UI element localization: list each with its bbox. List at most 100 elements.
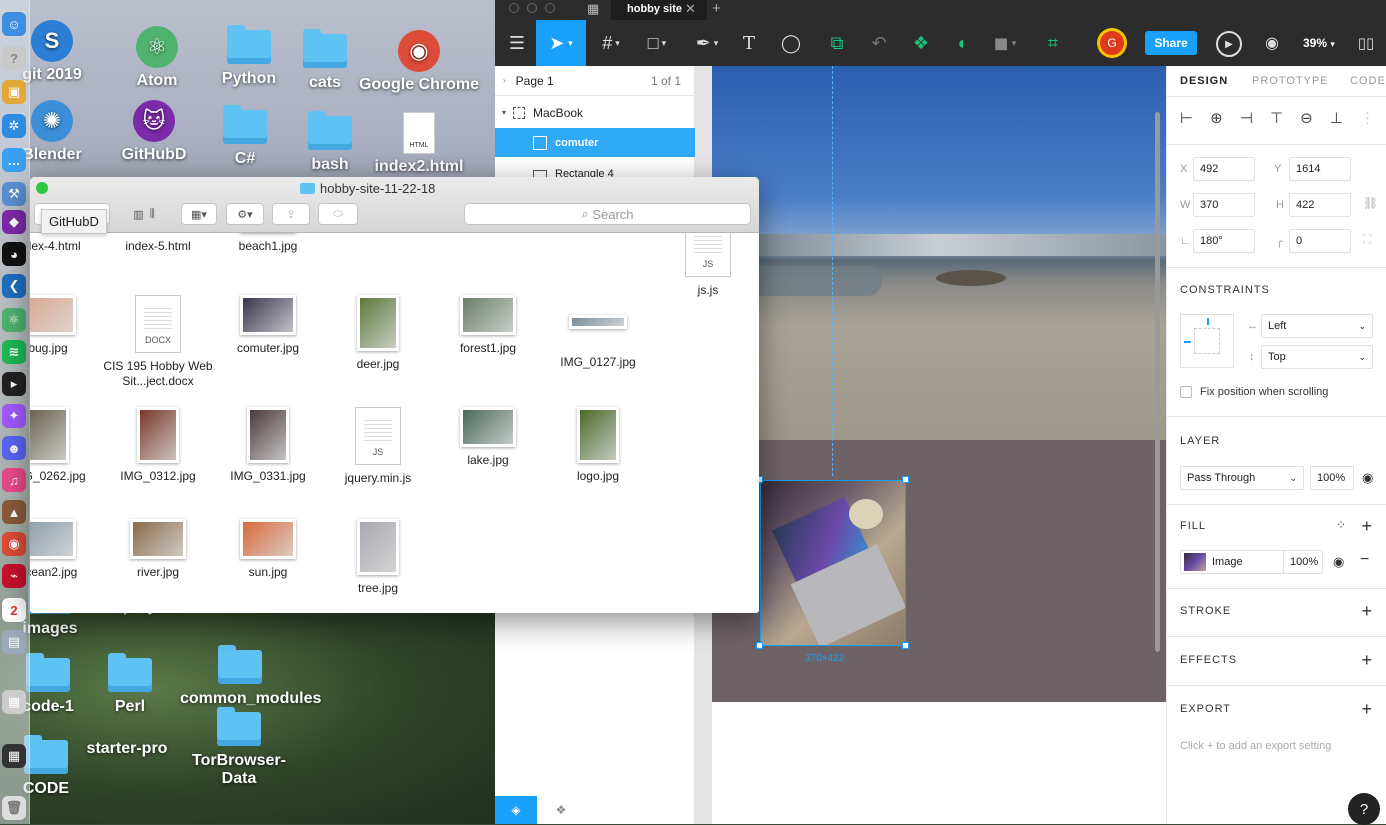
frame-tool-icon[interactable]: # ▾ bbox=[589, 20, 633, 66]
fix-position-checkbox[interactable] bbox=[1180, 386, 1192, 398]
comuter-image[interactable] bbox=[760, 480, 906, 646]
add-fill-icon[interactable]: + bbox=[1361, 517, 1372, 535]
remove-fill-icon[interactable]: − bbox=[1360, 551, 1369, 569]
constraint-horizontal-select[interactable]: Left ⌄ bbox=[1261, 314, 1373, 338]
file-item[interactable]: HTMLindex-4.html bbox=[30, 233, 103, 254]
zoom-window-icon[interactable] bbox=[545, 3, 555, 13]
resize-handle[interactable] bbox=[756, 642, 763, 649]
canvas[interactable]: 370×422 bbox=[695, 66, 1166, 824]
view-icon[interactable]: ◉ bbox=[1252, 20, 1292, 66]
file-item[interactable]: lake.jpg bbox=[433, 407, 543, 468]
itunes-icon[interactable]: ♫ bbox=[2, 468, 26, 492]
resize-handle[interactable] bbox=[902, 642, 909, 649]
arrange-button[interactable]: ▦▾ bbox=[181, 203, 217, 225]
add-effect-icon[interactable]: + bbox=[1361, 651, 1372, 669]
align-hcenter-icon[interactable]: ⊕ bbox=[1210, 109, 1223, 133]
pen-tool-icon[interactable]: ✒ ▾ bbox=[685, 20, 729, 66]
layer-item[interactable]: Rectangle 4 bbox=[495, 158, 695, 178]
tab-design[interactable]: DESIGN bbox=[1180, 66, 1228, 96]
text-tool-icon[interactable]: T bbox=[729, 20, 769, 66]
move-tool-icon[interactable]: ➤ ▾ bbox=[536, 20, 586, 66]
desktop-icon[interactable]: HTML index2.html bbox=[359, 112, 479, 176]
chrome-icon[interactable]: ◉ bbox=[2, 532, 26, 556]
crop-icon[interactable]: ⌗ bbox=[1033, 20, 1073, 66]
layer-item-selected[interactable]: comuter bbox=[495, 128, 695, 157]
gallery-view-icon[interactable]: ⫼ bbox=[150, 208, 155, 221]
beach-image[interactable] bbox=[712, 66, 1166, 440]
library-icon[interactable]: ▯▯ bbox=[1351, 20, 1381, 66]
atom-icon[interactable]: ⚛ bbox=[2, 308, 26, 332]
desktop-icon[interactable]: Perl bbox=[70, 653, 190, 716]
constraint-widget[interactable] bbox=[1180, 314, 1234, 368]
trash-icon[interactable]: 🗑 bbox=[2, 796, 26, 820]
action-gear-icon[interactable]: ⚙▾ bbox=[226, 203, 264, 225]
share-button[interactable]: Share bbox=[1145, 31, 1197, 55]
close-tab-icon[interactable]: ✕ bbox=[685, 1, 696, 17]
messages-icon[interactable]: … bbox=[2, 148, 26, 172]
file-item[interactable]: tree.jpg bbox=[323, 519, 433, 596]
align-right-icon[interactable]: ⊣ bbox=[1240, 109, 1253, 133]
create-component-icon[interactable]: ⧉ bbox=[817, 20, 857, 66]
reset-instance-icon[interactable]: ↶ bbox=[859, 20, 899, 66]
terminal-icon[interactable]: ▸ bbox=[2, 372, 26, 396]
zoom-control[interactable]: 39% ▾ bbox=[1303, 36, 1335, 50]
add-export-icon[interactable]: + bbox=[1361, 700, 1372, 718]
corner-radius-input[interactable]: 0 bbox=[1289, 229, 1351, 253]
file-item[interactable]: ocean2.jpg bbox=[30, 519, 103, 580]
rectangle-tool-icon[interactable]: □ ▾ bbox=[635, 20, 679, 66]
resize-handle[interactable] bbox=[902, 476, 909, 483]
avatar[interactable]: G bbox=[1097, 28, 1127, 58]
window-thumb-icon-2[interactable]: ▦ bbox=[2, 744, 26, 768]
file-item[interactable]: IMG_0312.jpg bbox=[103, 407, 213, 484]
file-item[interactable]: deer.jpg bbox=[323, 295, 433, 372]
preview-icon[interactable]: ▤ bbox=[2, 630, 26, 654]
file-item[interactable]: IMG_0127.jpg bbox=[543, 295, 653, 370]
mask-icon[interactable]: ◐ bbox=[943, 20, 983, 66]
menu-icon[interactable]: ☰ bbox=[497, 20, 537, 66]
layers-tab-icon[interactable]: ◈ bbox=[495, 796, 537, 824]
file-item[interactable]: HTMLindex-5.html bbox=[103, 233, 213, 254]
zoom-button[interactable] bbox=[36, 182, 48, 194]
distribute-icon[interactable]: ⋮ bbox=[1360, 109, 1375, 133]
desktop-icon[interactable]: starter-pro bbox=[67, 740, 187, 758]
photos-icon[interactable]: ▣ bbox=[2, 80, 26, 104]
fill-opacity-input[interactable]: 100% bbox=[1283, 550, 1323, 574]
file-item[interactable]: bug.jpg bbox=[30, 295, 103, 356]
align-bottom-icon[interactable]: ⊥ bbox=[1330, 109, 1343, 133]
window-thumb-icon[interactable]: ▦ bbox=[2, 690, 26, 714]
fill-visibility-icon[interactable]: ◉ bbox=[1333, 554, 1344, 570]
fill-type-select[interactable]: Image bbox=[1180, 550, 1284, 574]
align-top-icon[interactable]: ⊤ bbox=[1270, 109, 1283, 133]
file-item[interactable]: sun.jpg bbox=[213, 519, 323, 580]
help-button[interactable]: ? bbox=[1348, 793, 1380, 825]
align-left-icon[interactable]: ⊢ bbox=[1180, 109, 1193, 133]
desktop-icon[interactable]: ◉ Google Chrome bbox=[359, 30, 479, 94]
canvas-scrollbar[interactable] bbox=[1155, 112, 1160, 652]
file-item[interactable]: IMG_0331.jpg bbox=[213, 407, 323, 484]
x-input[interactable]: 492 bbox=[1193, 157, 1255, 181]
height-input[interactable]: 422 bbox=[1289, 193, 1351, 217]
components-icon[interactable]: ❖ bbox=[901, 20, 941, 66]
close-window-icon[interactable] bbox=[509, 3, 519, 13]
linux-icon[interactable]: ◕ bbox=[2, 242, 26, 266]
file-item[interactable]: DOCX CIS 195 Hobby Web Sit...ject.docx bbox=[103, 295, 213, 389]
boolean-icon[interactable]: ◼ ▾ bbox=[985, 20, 1025, 66]
help-icon[interactable]: ? bbox=[2, 46, 26, 70]
rocket-icon[interactable]: ▲ bbox=[2, 500, 26, 524]
file-item[interactable]: logo.jpg bbox=[543, 407, 653, 484]
finder-icon[interactable]: ☺ bbox=[2, 12, 26, 36]
file-item[interactable]: CSSfive.css bbox=[323, 233, 433, 234]
spotify-icon[interactable]: ≋ bbox=[2, 340, 26, 364]
file-item[interactable]: JS js.js bbox=[653, 233, 759, 298]
safari-icon[interactable]: ✲ bbox=[2, 114, 26, 138]
tab-prototype[interactable]: PROTOTYPE bbox=[1252, 66, 1329, 96]
constrain-proportions-icon[interactable]: ⛓ bbox=[1363, 196, 1378, 210]
share-icon[interactable]: ⇪ bbox=[272, 203, 310, 225]
file-item[interactable]: river.jpg bbox=[103, 519, 213, 580]
figma-icon[interactable]: ✦ bbox=[2, 404, 26, 428]
add-stroke-icon[interactable]: + bbox=[1361, 602, 1372, 620]
discord-icon[interactable]: ☻ bbox=[2, 436, 26, 460]
align-vcenter-icon[interactable]: ⊖ bbox=[1300, 109, 1313, 133]
layer-visibility-icon[interactable]: ◉ bbox=[1362, 470, 1373, 486]
file-item[interactable]: IMG_0262.jpg bbox=[30, 407, 103, 484]
